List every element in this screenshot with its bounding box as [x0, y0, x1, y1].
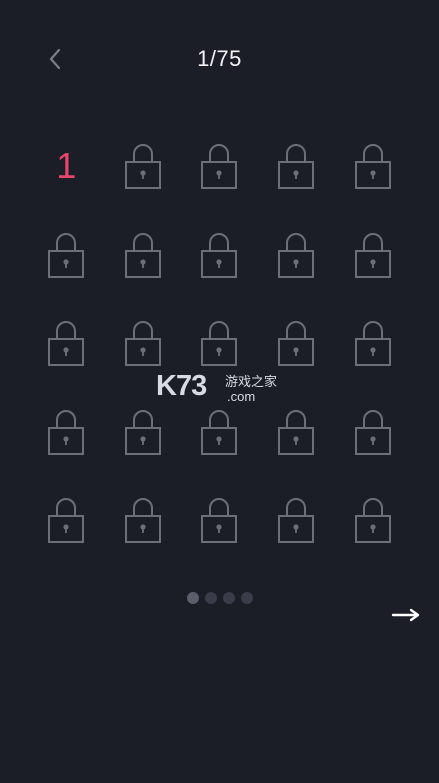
level-button-locked[interactable]	[28, 388, 105, 477]
level-select-screen: 1/75 1 K73 游戏之家 .com	[0, 0, 439, 783]
watermark: K73 游戏之家 .com	[156, 372, 286, 408]
level-button-locked[interactable]	[28, 299, 105, 388]
lock-icon	[354, 232, 391, 278]
level-button-locked[interactable]	[181, 476, 258, 565]
lock-icon	[354, 144, 391, 190]
lock-icon	[201, 144, 238, 190]
level-button-locked[interactable]	[181, 211, 258, 300]
level-button-locked[interactable]	[258, 122, 335, 211]
lock-icon	[278, 321, 315, 367]
page-indicator	[0, 592, 439, 604]
level-number: 1	[56, 145, 77, 187]
level-grid: 1	[28, 122, 411, 565]
lock-icon	[201, 498, 238, 544]
lock-icon	[278, 144, 315, 190]
next-page-button[interactable]	[388, 602, 424, 628]
lock-icon	[354, 409, 391, 455]
level-button-locked[interactable]	[28, 211, 105, 300]
lock-icon	[48, 321, 85, 367]
lock-icon	[48, 409, 85, 455]
lock-icon	[124, 498, 161, 544]
level-button-locked[interactable]	[105, 122, 182, 211]
level-button-locked[interactable]	[334, 122, 411, 211]
page-title: 1/75	[197, 46, 242, 71]
lock-icon	[48, 232, 85, 278]
lock-icon	[124, 409, 161, 455]
level-button-locked[interactable]	[258, 211, 335, 300]
level-button-locked[interactable]	[334, 388, 411, 477]
lock-icon	[124, 321, 161, 367]
level-button-locked[interactable]	[28, 476, 105, 565]
page-dot[interactable]	[222, 592, 235, 604]
level-button-locked[interactable]	[334, 299, 411, 388]
level-button-unlocked[interactable]: 1	[28, 122, 105, 211]
lock-icon	[354, 321, 391, 367]
lock-icon	[124, 232, 161, 278]
lock-icon	[278, 498, 315, 544]
page-dot[interactable]	[240, 592, 253, 604]
level-button-locked[interactable]	[258, 476, 335, 565]
lock-icon	[201, 232, 238, 278]
arrow-right-icon	[391, 608, 420, 622]
watermark-cn-text: 游戏之家	[225, 374, 278, 389]
page-dot[interactable]	[204, 592, 217, 604]
lock-icon	[278, 232, 315, 278]
lock-icon	[354, 498, 391, 544]
level-button-locked[interactable]	[105, 476, 182, 565]
watermark-logo: K73	[156, 370, 207, 402]
level-button-locked[interactable]	[181, 122, 258, 211]
lock-icon	[201, 321, 238, 367]
level-button-locked[interactable]	[105, 211, 182, 300]
level-button-locked[interactable]	[334, 211, 411, 300]
lock-icon	[124, 144, 161, 190]
level-button-locked[interactable]	[334, 476, 411, 565]
lock-icon	[48, 498, 85, 544]
watermark-domain: .com	[227, 389, 256, 404]
lock-icon	[201, 409, 238, 455]
page-dot-active[interactable]	[186, 592, 199, 604]
lock-icon	[278, 409, 315, 455]
